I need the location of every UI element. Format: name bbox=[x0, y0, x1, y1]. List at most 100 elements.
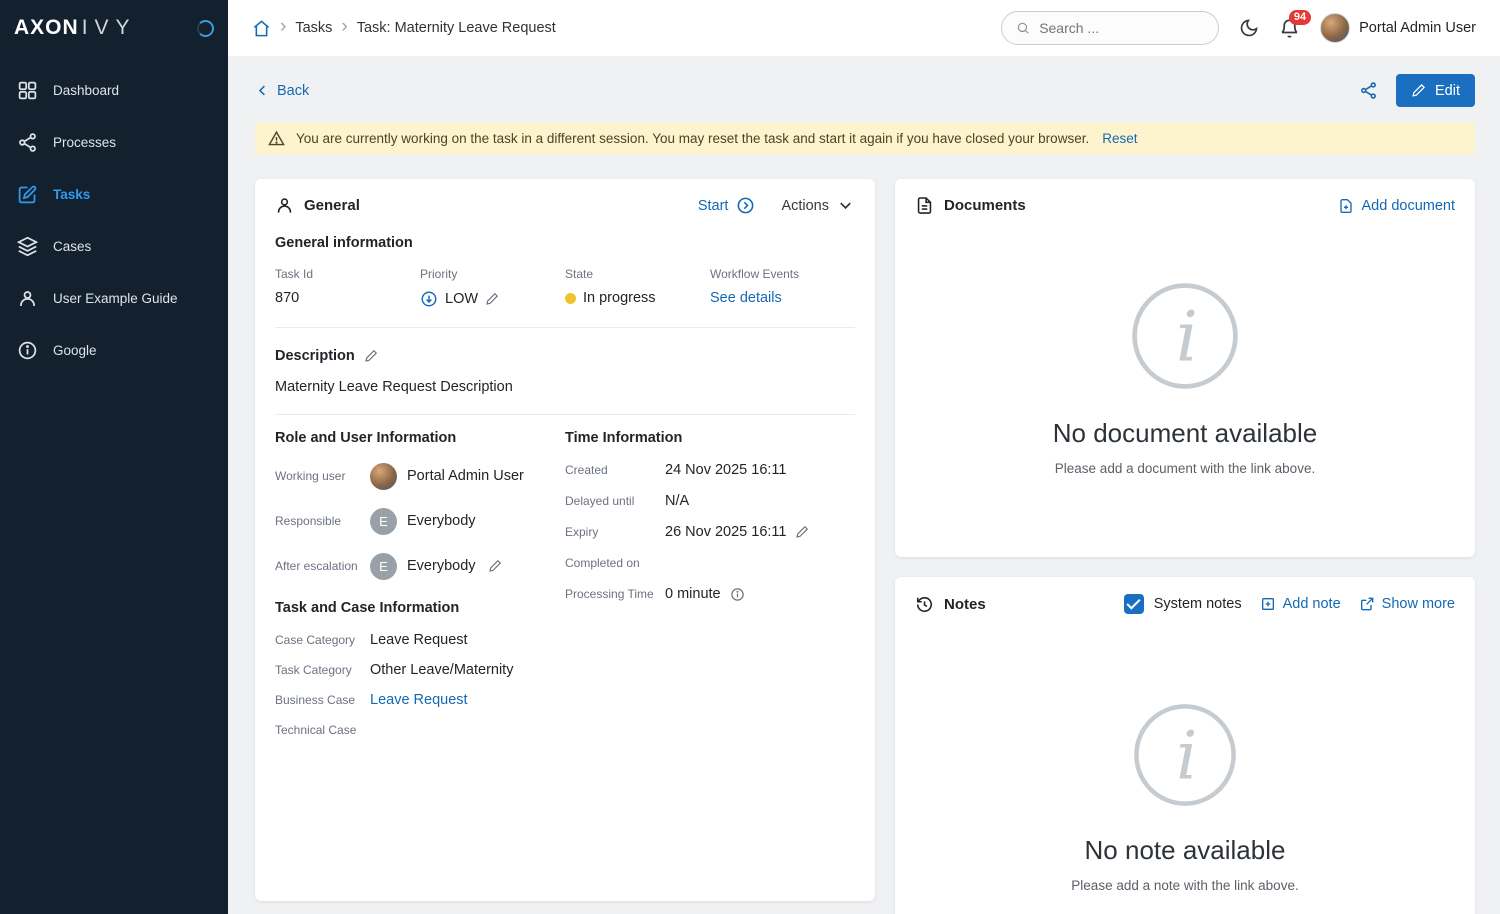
system-notes-checkbox[interactable] bbox=[1124, 594, 1144, 614]
edit-description-icon[interactable] bbox=[364, 349, 378, 363]
add-document-link[interactable]: Add document bbox=[1338, 198, 1455, 214]
edit-priority-icon[interactable] bbox=[485, 292, 499, 306]
responsible-avatar: E bbox=[370, 508, 397, 535]
documents-header-actions: Add document bbox=[1338, 198, 1455, 214]
add-document-icon bbox=[1338, 198, 1354, 214]
show-more-link[interactable]: Show more bbox=[1359, 596, 1455, 612]
business-case-link[interactable]: Leave Request bbox=[370, 692, 468, 708]
time-label: Completed on bbox=[565, 556, 665, 570]
breadcrumb-tasks[interactable]: Tasks bbox=[295, 20, 332, 36]
case-category-row: Case Category Leave Request bbox=[275, 630, 565, 649]
axonivy-logo: AXONIVY bbox=[14, 16, 137, 40]
user-menu[interactable]: Portal Admin User bbox=[1320, 13, 1476, 43]
actions-label: Actions bbox=[781, 198, 829, 214]
case-label: Task Category bbox=[275, 663, 370, 677]
sidebar-toggle-icon[interactable] bbox=[197, 20, 214, 37]
share-button[interactable] bbox=[1359, 81, 1378, 100]
notifications-button[interactable]: 94 bbox=[1279, 18, 1300, 39]
share-icon bbox=[1359, 81, 1378, 100]
divider bbox=[275, 414, 855, 415]
breadcrumb-current: Task: Maternity Leave Request bbox=[357, 20, 556, 36]
external-link-icon bbox=[1359, 596, 1375, 612]
dark-mode-toggle[interactable] bbox=[1239, 18, 1259, 38]
after-escalation-avatar: E bbox=[370, 553, 397, 580]
edit-expiry-icon[interactable] bbox=[795, 525, 809, 539]
see-details-link[interactable]: See details bbox=[710, 290, 782, 306]
notes-empty-title: No note available bbox=[1085, 835, 1286, 866]
working-user-avatar bbox=[370, 463, 397, 490]
edit-button[interactable]: Edit bbox=[1396, 74, 1475, 107]
sidebar-item-label: Google bbox=[53, 343, 97, 358]
general-card-header: General Start Actions bbox=[275, 196, 855, 215]
user-guide-icon bbox=[17, 288, 38, 309]
back-label: Back bbox=[277, 83, 309, 99]
case-label: Business Case bbox=[275, 693, 370, 707]
case-value: Leave Request bbox=[370, 632, 468, 648]
search-box bbox=[1001, 11, 1219, 45]
logo-secondary-text: IVY bbox=[82, 16, 137, 39]
time-label: Created bbox=[565, 463, 665, 477]
edit-escalation-icon[interactable] bbox=[488, 559, 502, 573]
add-note-link[interactable]: Add note bbox=[1260, 596, 1341, 612]
processes-icon bbox=[17, 132, 38, 153]
time-value: 0 minute bbox=[665, 586, 721, 602]
tasks-icon bbox=[17, 184, 38, 205]
sidebar-item-user-example-guide[interactable]: User Example Guide bbox=[0, 272, 228, 324]
warning-message: You are currently working on the task in… bbox=[296, 131, 1089, 146]
sidebar-item-label: User Example Guide bbox=[53, 291, 178, 306]
sidebar-item-google[interactable]: Google bbox=[0, 324, 228, 376]
time-label: Expiry bbox=[565, 525, 665, 539]
chevron-right-icon: › bbox=[278, 17, 288, 36]
role-time-columns: Role and User Information Working user P… bbox=[275, 430, 855, 750]
after-escalation-row: After escalation E Everybody bbox=[275, 550, 565, 582]
documents-card-header: Documents Add document bbox=[915, 196, 1455, 215]
sidebar-item-label: Cases bbox=[53, 239, 91, 254]
search-input[interactable] bbox=[1039, 20, 1204, 36]
task-id-field: Task Id 870 bbox=[275, 267, 420, 308]
general-info-fields: Task Id 870 Priority LOW bbox=[275, 267, 855, 308]
time-value: 26 Nov 2025 16:11 bbox=[665, 524, 786, 540]
documents-empty-state: i No document available Please add a doc… bbox=[915, 215, 1455, 540]
sidebar-item-processes[interactable]: Processes bbox=[0, 116, 228, 168]
info-circle-icon: i bbox=[1131, 701, 1239, 809]
app-root: AXONIVY Dashboard Processes Tasks Cases bbox=[0, 0, 1500, 914]
case-label: Technical Case bbox=[275, 723, 370, 737]
main-area: › Tasks › Task: Maternity Leave Request … bbox=[228, 0, 1500, 914]
role-label: Working user bbox=[275, 469, 370, 483]
toolbar-row: Back Edit bbox=[255, 74, 1475, 107]
role-value: Everybody bbox=[407, 513, 476, 529]
warning-icon bbox=[268, 130, 285, 147]
role-label: Responsible bbox=[275, 514, 370, 528]
sidebar-item-dashboard[interactable]: Dashboard bbox=[0, 64, 228, 116]
dashboard-icon bbox=[17, 80, 38, 101]
info-circle-icon: i bbox=[1129, 280, 1241, 392]
home-icon[interactable] bbox=[252, 19, 271, 38]
processing-time-info-icon[interactable] bbox=[730, 587, 745, 602]
documents-empty-hint: Please add a document with the link abov… bbox=[1055, 461, 1315, 476]
logo-primary-text: AXON bbox=[14, 16, 79, 39]
actions-dropdown[interactable]: Actions bbox=[781, 196, 855, 215]
case-label: Case Category bbox=[275, 633, 370, 647]
time-info-section: Time Information Created 24 Nov 2025 16:… bbox=[565, 430, 855, 750]
reset-link[interactable]: Reset bbox=[1102, 131, 1137, 146]
time-value: N/A bbox=[665, 493, 689, 509]
add-document-label: Add document bbox=[1361, 198, 1455, 214]
role-title: Role and User Information bbox=[275, 430, 565, 446]
notes-empty-state: i No note available Please add a note wi… bbox=[915, 614, 1455, 914]
start-button[interactable]: Start bbox=[698, 196, 756, 215]
priority-low-icon bbox=[420, 290, 438, 308]
sidebar-menu: Dashboard Processes Tasks Cases User Exa… bbox=[0, 64, 228, 376]
sidebar: AXONIVY Dashboard Processes Tasks Cases bbox=[0, 0, 228, 914]
cases-icon bbox=[17, 236, 38, 257]
logo-row: AXONIVY bbox=[0, 0, 228, 56]
time-label: Processing Time bbox=[565, 587, 665, 601]
pencil-icon bbox=[1411, 83, 1426, 98]
case-title: Task and Case Information bbox=[275, 600, 565, 616]
notes-card: Notes System notes Add note bbox=[895, 577, 1475, 914]
time-value: 24 Nov 2025 16:11 bbox=[665, 462, 786, 478]
sidebar-item-cases[interactable]: Cases bbox=[0, 220, 228, 272]
notes-header-actions: System notes Add note Show more bbox=[1124, 594, 1455, 614]
sidebar-item-label: Tasks bbox=[53, 187, 90, 202]
back-button[interactable]: Back bbox=[255, 83, 309, 99]
sidebar-item-tasks[interactable]: Tasks bbox=[0, 168, 228, 220]
